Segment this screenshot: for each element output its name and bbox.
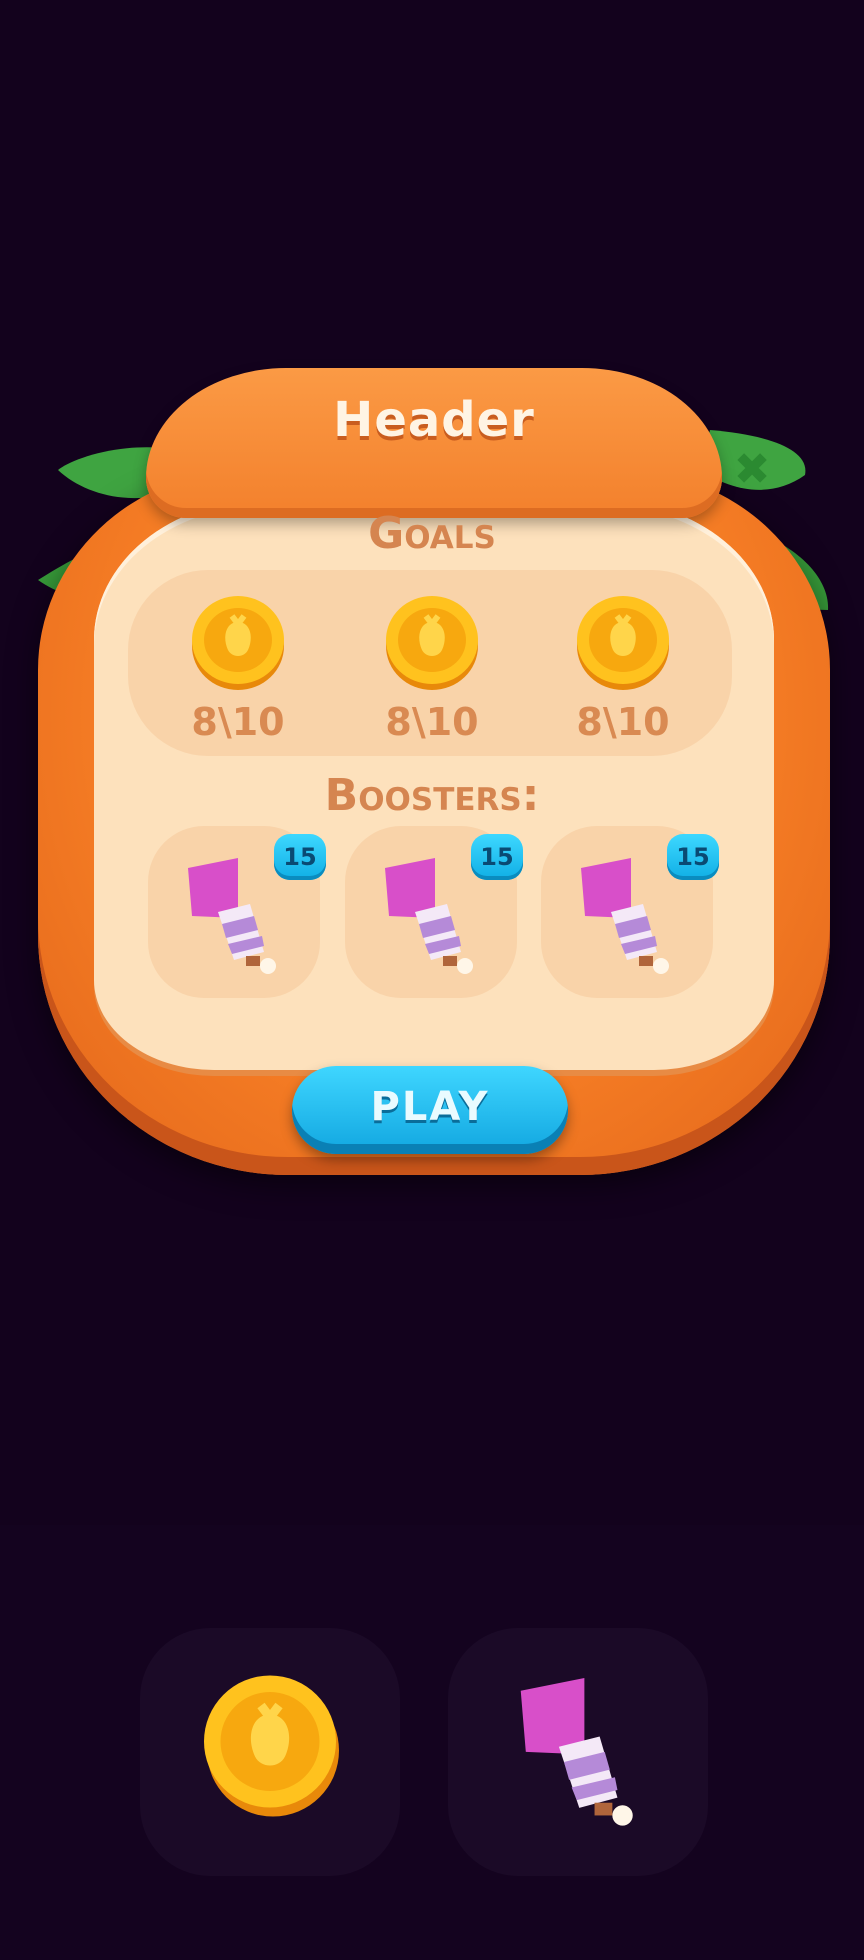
goal-item: 8\10 [163, 592, 313, 752]
rocket-booster-icon [520, 1678, 633, 1826]
booster-count-badge: 15 [471, 834, 523, 880]
booster-slot[interactable]: 15 [541, 826, 719, 998]
booster-slot[interactable]: 15 [345, 826, 523, 998]
rocket-booster-icon [385, 858, 473, 974]
play-label: PLAY [370, 1084, 490, 1130]
popup-header-title: Header [333, 392, 535, 448]
play-button[interactable]: PLAY [292, 1066, 568, 1154]
booster-count-badge: 15 [274, 834, 326, 880]
goal-count: 8\10 [385, 700, 479, 744]
carrot-coin-icon [577, 596, 669, 690]
carrot-coin-icon [386, 596, 478, 690]
rocket-booster-icon [188, 858, 276, 974]
booster-slot[interactable]: 15 [148, 826, 326, 998]
close-icon[interactable]: ✖ [730, 448, 774, 492]
carrot-coin-icon [204, 1675, 339, 1817]
preview-tile-rocket [448, 1628, 708, 1876]
preview-area [0, 1525, 864, 1960]
boosters-title: Boosters: [324, 770, 540, 821]
goal-count: 8\10 [191, 700, 285, 744]
rocket-booster-icon [581, 858, 669, 974]
booster-count-badge: 15 [667, 834, 719, 880]
carrot-coin-icon [192, 596, 284, 690]
goal-item: 8\10 [548, 592, 698, 752]
goal-count: 8\10 [576, 700, 670, 744]
goal-item: 8\10 [357, 592, 507, 752]
preview-tile-coin [140, 1628, 400, 1876]
goals-title: Goals [368, 508, 496, 559]
